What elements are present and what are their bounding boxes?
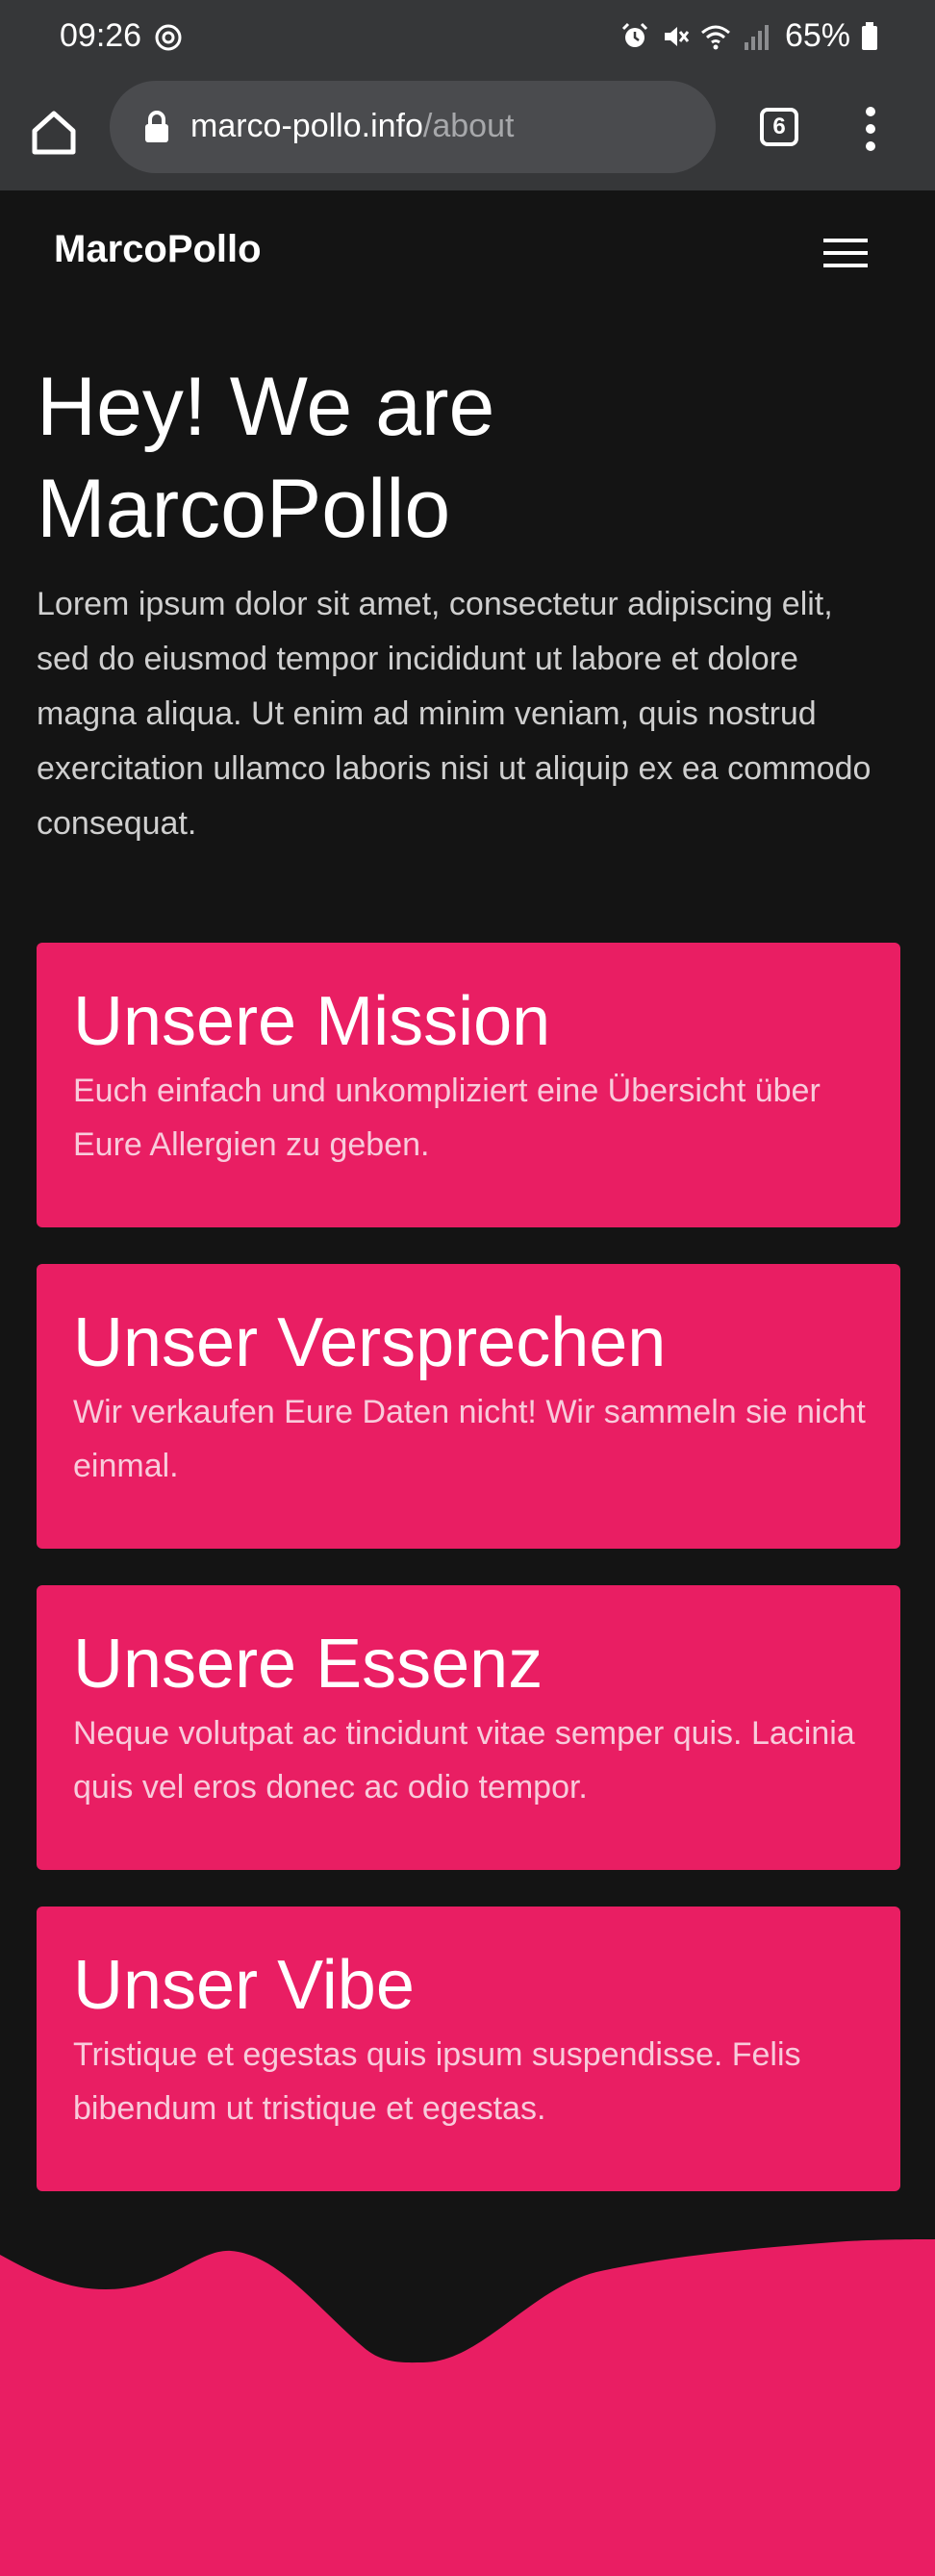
address-bar[interactable]: marco-pollo.info/about bbox=[110, 81, 716, 173]
card-title: Unser Vibe bbox=[73, 1947, 415, 2024]
status-icons: 65% bbox=[619, 17, 879, 55]
url-path: /about bbox=[422, 108, 515, 144]
hero-title: Hey! We are MarcoPollo bbox=[37, 356, 883, 560]
card-text: Tristique et egestas quis ipsum suspendi… bbox=[73, 2036, 801, 2127]
tab-switcher-button[interactable]: 6 bbox=[760, 108, 798, 146]
alarm-icon bbox=[621, 22, 647, 47]
card-text: Neque volutpat ac tincidunt vitae semper… bbox=[73, 1715, 855, 1806]
card-essence: Unsere Essenz Neque volutpat ac tincidun… bbox=[37, 1585, 900, 1870]
hamburger-menu-icon[interactable] bbox=[823, 237, 868, 269]
signal-icon bbox=[744, 24, 769, 50]
site-logo[interactable]: MarcoPollo bbox=[54, 228, 262, 271]
card-text: Euch einfach und unkompliziert eine Über… bbox=[73, 1073, 821, 1163]
home-icon[interactable] bbox=[27, 106, 81, 160]
status-time: 09:26 bbox=[60, 17, 142, 54]
battery-icon bbox=[862, 21, 877, 50]
card-promise: Unser Versprechen Wir verkaufen Eure Dat… bbox=[37, 1264, 900, 1549]
status-bar: 09:26 65% bbox=[0, 0, 935, 77]
card-text: Wir verkaufen Eure Daten nicht! Wir samm… bbox=[73, 1394, 866, 1484]
card-mission: Unsere Mission Euch einfach und unkompli… bbox=[37, 943, 900, 1227]
lock-icon bbox=[145, 111, 168, 142]
mute-icon bbox=[664, 26, 690, 46]
wifi-icon bbox=[700, 25, 730, 49]
browser-toolbar: marco-pollo.info/about 6 bbox=[0, 77, 935, 190]
wave-footer-decoration bbox=[0, 2239, 935, 2576]
url-text[interactable]: marco-pollo.info/about bbox=[190, 108, 514, 145]
hero-title-line1: Hey! We are bbox=[37, 361, 495, 453]
card-vibe: Unser Vibe Tristique et egestas quis ips… bbox=[37, 1907, 900, 2191]
battery-percent: 65% bbox=[784, 17, 850, 54]
card-title: Unsere Essenz bbox=[73, 1626, 543, 1703]
more-vert-icon[interactable] bbox=[856, 102, 885, 156]
card-title: Unser Versprechen bbox=[73, 1304, 667, 1381]
chrome-notification-icon bbox=[155, 24, 182, 51]
card-title: Unsere Mission bbox=[73, 983, 551, 1060]
url-host: marco-pollo.info bbox=[190, 108, 423, 144]
hero-text: Lorem ipsum dolor sit amet, consectetur … bbox=[37, 586, 872, 842]
hero-title-line2: MarcoPollo bbox=[37, 463, 451, 555]
